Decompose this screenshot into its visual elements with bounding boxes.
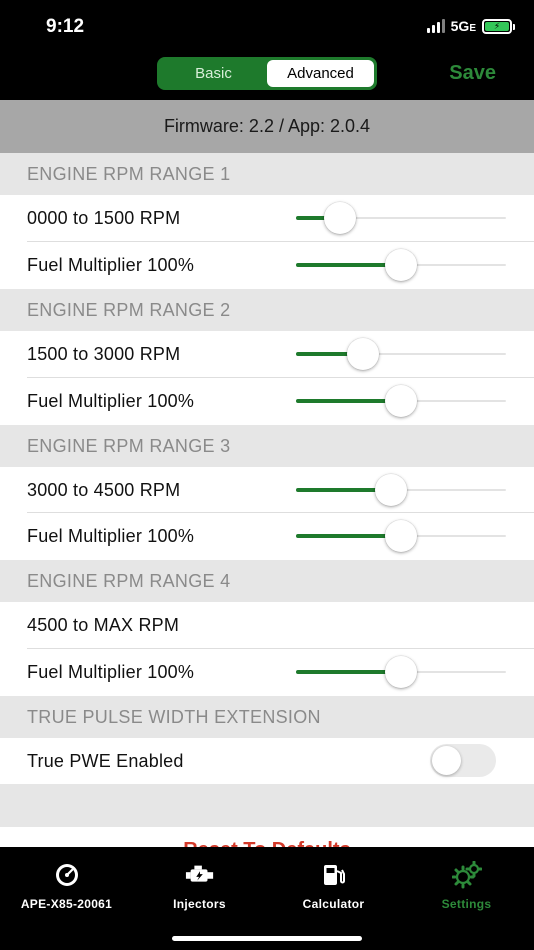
slider-thumb[interactable] [324, 202, 357, 234]
fuel-multiplier-4-slider[interactable] [296, 656, 506, 688]
tab-settings[interactable]: Settings [400, 861, 533, 911]
tab-label: APE-X85-20061 [20, 897, 113, 911]
fuel-multiplier-3-slider[interactable] [296, 520, 506, 552]
fuel-multiplier-1-row: Fuel Multiplier 100% [0, 242, 534, 289]
rpm-range-4-row: 4500 to MAX RPM [0, 602, 534, 649]
fuel-multiplier-2-slider[interactable] [296, 385, 506, 417]
network-label: 5GE [450, 18, 476, 34]
row-label: 4500 to MAX RPM [27, 615, 180, 635]
rpm-range-1-slider[interactable] [296, 202, 506, 234]
engine-icon [185, 861, 215, 889]
row-label: 3000 to 4500 RPM [27, 479, 181, 500]
row-label: Fuel Multiplier 100% [27, 662, 195, 682]
true-pwe-row: True PWE Enabled [0, 738, 534, 784]
status-indicators: 5GE ⚡ [426, 18, 515, 34]
reset-to-defaults-button[interactable]: Reset To Defaults [0, 839, 534, 847]
segment-advanced[interactable]: Advanced [267, 60, 374, 87]
save-button[interactable]: Save [449, 62, 496, 85]
row-label: 1500 to 3000 RPM [27, 344, 181, 364]
fuel-pump-icon [319, 861, 349, 889]
row-label: True PWE Enabled [27, 750, 184, 771]
tab-bar: APE-X85-20061 Injectors Calculator Setti… [0, 847, 534, 950]
fuel-multiplier-4-row: Fuel Multiplier 100% [0, 649, 534, 696]
row-label: 0000 to 1500 RPM [27, 208, 181, 228]
row-label: Fuel Multiplier 100% [27, 255, 195, 275]
rpm-range-1-row: 0000 to 1500 RPM [0, 195, 534, 242]
tab-label: Calculator [302, 897, 365, 911]
segment-basic[interactable]: Basic [160, 60, 267, 87]
rpm-range-3-slider[interactable] [296, 474, 506, 506]
status-time: 9:12 [46, 16, 85, 37]
rpm-range-2-slider[interactable] [296, 338, 506, 370]
firmware-version: Firmware: 2.2 / App: 2.0.4 [0, 100, 534, 153]
reset-row: Reset To Defaults [0, 827, 534, 847]
row-label: Fuel Multiplier 100% [27, 526, 195, 546]
slider-thumb[interactable] [385, 385, 417, 417]
row-label: Fuel Multiplier 100% [27, 391, 195, 411]
mode-segmented-control: Basic Advanced [157, 57, 377, 90]
section-spacer [0, 784, 534, 827]
section-header-range-3: ENGINE RPM RANGE 3 [0, 425, 534, 467]
home-indicator [172, 936, 362, 941]
slider-thumb[interactable] [374, 474, 407, 506]
rpm-range-3-row: 3000 to 4500 RPM [0, 467, 534, 513]
tab-label: Injectors [173, 897, 226, 911]
signal-icon [426, 19, 445, 33]
fuel-multiplier-2-row: Fuel Multiplier 100% [0, 378, 534, 425]
slider-thumb[interactable] [385, 656, 417, 688]
tab-injectors[interactable]: Injectors [133, 861, 266, 911]
gauge-icon [52, 861, 82, 889]
section-header-range-2: ENGINE RPM RANGE 2 [0, 289, 534, 331]
fuel-multiplier-1-slider[interactable] [296, 249, 506, 281]
slider-thumb[interactable] [385, 520, 417, 552]
slider-thumb[interactable] [385, 249, 417, 281]
section-header-pwe: TRUE PULSE WIDTH EXTENSION [0, 696, 534, 738]
true-pwe-toggle[interactable] [430, 744, 496, 777]
top-bar: 9:12 5GE ⚡ Basic Advanced Save [0, 0, 534, 100]
rpm-range-2-row: 1500 to 3000 RPM [0, 331, 534, 378]
tab-calculator[interactable]: Calculator [267, 861, 400, 911]
tab-label: Settings [441, 897, 492, 911]
section-header-range-1: ENGINE RPM RANGE 1 [0, 153, 534, 195]
tab-device[interactable]: APE-X85-20061 [0, 861, 133, 911]
fuel-multiplier-3-row: Fuel Multiplier 100% [0, 513, 534, 560]
section-header-range-4: ENGINE RPM RANGE 4 [0, 560, 534, 602]
gears-icon [451, 861, 482, 889]
battery-icon: ⚡ [482, 18, 515, 34]
slider-thumb[interactable] [347, 338, 380, 370]
